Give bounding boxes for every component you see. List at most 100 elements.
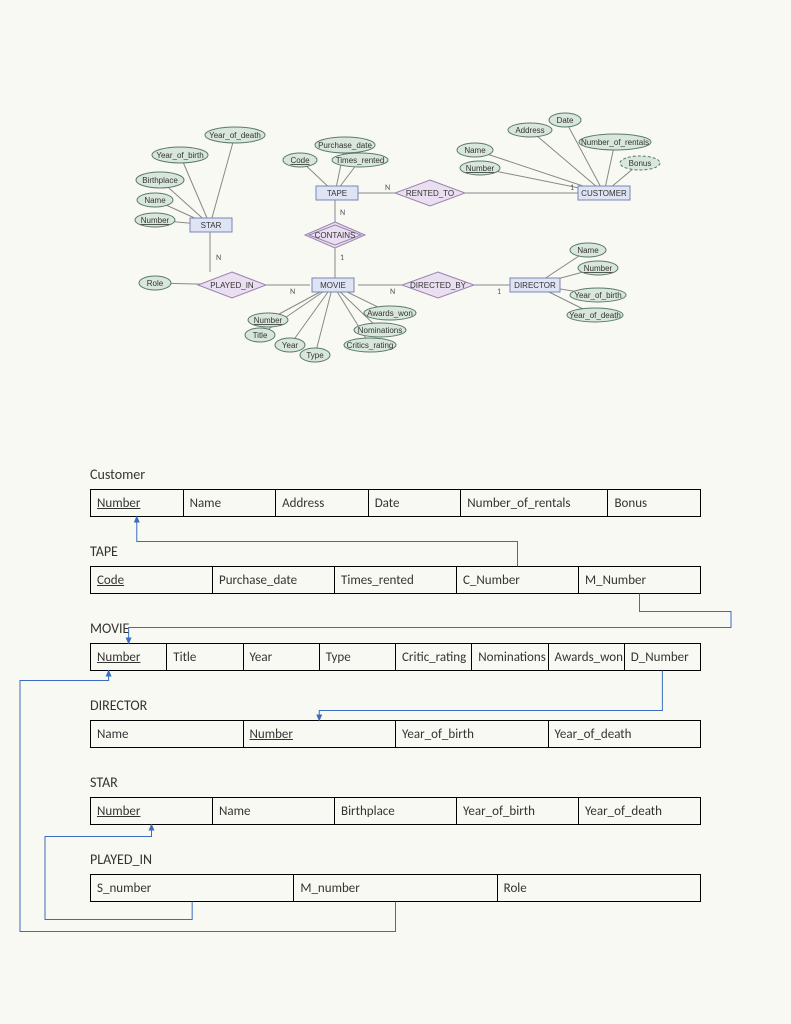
entity-customer: CUSTOMER — [578, 186, 630, 200]
svg-text:Number: Number — [584, 264, 613, 273]
card-star-played: N — [216, 253, 221, 263]
svg-text:PLAYED_IN: PLAYED_IN — [210, 281, 254, 290]
table-director: Name Number Year_of_birth Year_of_death — [90, 720, 701, 748]
attr-movie-year: Year — [275, 338, 305, 352]
attr-cust-bonus: Bonus — [620, 156, 660, 170]
col-tape-pdate: Purchase_date — [213, 567, 335, 594]
er-diagram: N 1 N 1 N N N 1 STAR TAPE CUSTOMER MOVIE… — [0, 0, 791, 400]
svg-text:Role: Role — [147, 279, 164, 288]
col-movie-awards: Awards_won — [548, 644, 624, 671]
attr-cust-address: Address — [508, 123, 552, 137]
attr-cust-num-rentals: Number_of_rentals — [579, 134, 651, 150]
svg-text:Times_rented: Times_rented — [336, 156, 385, 165]
svg-text:Year_of_birth: Year_of_birth — [156, 151, 203, 160]
col-tape-cnum: C_Number — [457, 567, 579, 594]
attr-dir-name: Name — [570, 243, 606, 257]
svg-text:Critics_rating: Critics_rating — [347, 341, 394, 350]
svg-text:Title: Title — [253, 331, 268, 340]
table-movie: Number Title Year Type Critic_rating Nom… — [90, 643, 701, 671]
card-tape-rented: N — [385, 183, 390, 193]
svg-text:Number: Number — [254, 316, 283, 325]
svg-text:Name: Name — [577, 246, 599, 255]
attr-star-year-of-birth: Year_of_birth — [152, 147, 208, 163]
svg-text:Code: Code — [290, 156, 310, 165]
attr-dir-yob: Year_of_birth — [570, 288, 626, 302]
svg-text:Nominations: Nominations — [358, 326, 402, 335]
table-title-movie: MOVIE — [90, 620, 701, 637]
table-title-customer: Customer — [90, 466, 701, 483]
table-tape: Code Purchase_date Times_rented C_Number… — [90, 566, 701, 594]
card-contains-movie: 1 — [340, 253, 344, 263]
attr-movie-nominations: Nominations — [354, 323, 406, 337]
table-customer: Number Name Address Date Number_of_renta… — [90, 489, 701, 517]
svg-text:Year: Year — [282, 341, 299, 350]
svg-text:Birthplace: Birthplace — [142, 176, 178, 185]
col-pi-snum: S_number — [91, 875, 294, 902]
entity-movie: MOVIE — [312, 278, 354, 292]
col-dir-name: Name — [91, 721, 244, 748]
svg-text:Address: Address — [515, 126, 544, 135]
col-movie-dnum: D_Number — [624, 644, 700, 671]
table-title-star: STAR — [90, 774, 701, 791]
attr-tape-purchase-date: Purchase_date — [315, 137, 375, 153]
col-star-yod: Year_of_death — [579, 798, 701, 825]
attr-movie-awards: Awards_won — [364, 306, 416, 320]
attr-dir-yod: Year_of_death — [567, 308, 623, 322]
attr-star-birthplace: Birthplace — [136, 172, 184, 188]
col-movie-title: Title — [167, 644, 243, 671]
svg-text:Year_of_birth: Year_of_birth — [574, 291, 621, 300]
attr-movie-number: Number — [248, 313, 288, 327]
col-movie-type: Type — [319, 644, 395, 671]
svg-text:DIRECTOR: DIRECTOR — [514, 281, 556, 290]
col-dir-yob: Year_of_birth — [396, 721, 549, 748]
col-cust-date: Date — [368, 490, 461, 517]
svg-text:Type: Type — [306, 351, 324, 360]
svg-text:Date: Date — [557, 116, 574, 125]
rel-contains: CONTAINS — [305, 222, 365, 248]
col-pi-role: Role — [497, 875, 700, 902]
table-title-tape: TAPE — [90, 543, 701, 560]
attr-tape-times-rented: Times_rented — [332, 153, 388, 167]
table-title-director: DIRECTOR — [90, 697, 701, 714]
rel-played-in: PLAYED_IN — [198, 272, 266, 298]
attr-movie-title: Title — [245, 328, 275, 342]
entity-star: STAR — [190, 218, 232, 232]
attr-cust-number: Number — [460, 161, 500, 175]
svg-text:DIRECTED_BY: DIRECTED_BY — [410, 281, 467, 290]
attr-movie-critics: Critics_rating — [344, 338, 396, 352]
col-dir-number: Number — [243, 721, 396, 748]
svg-text:TAPE: TAPE — [327, 189, 347, 198]
rel-directed-by: DIRECTED_BY — [402, 272, 474, 298]
svg-text:Name: Name — [144, 196, 166, 205]
col-movie-nom: Nominations — [472, 644, 548, 671]
col-cust-address: Address — [276, 490, 369, 517]
svg-text:Number: Number — [141, 216, 170, 225]
svg-text:Number_of_rentals: Number_of_rentals — [581, 138, 649, 147]
svg-text:Number: Number — [466, 164, 495, 173]
er-svg: N 1 N 1 N N N 1 STAR TAPE CUSTOMER MOVIE… — [0, 0, 791, 400]
col-tape-times: Times_rented — [335, 567, 457, 594]
col-star-yob: Year_of_birth — [457, 798, 579, 825]
card-movie-directed: N — [390, 287, 395, 297]
svg-text:Purchase_date: Purchase_date — [318, 141, 372, 150]
col-star-birth: Birthplace — [335, 798, 457, 825]
card-played-movie: N — [290, 287, 295, 297]
col-tape-mnum: M_Number — [579, 567, 701, 594]
card-directed-dir: 1 — [497, 287, 501, 297]
svg-text:RENTED_TO: RENTED_TO — [406, 189, 454, 198]
col-star-name: Name — [213, 798, 335, 825]
table-star: Number Name Birthplace Year_of_birth Yea… — [90, 797, 701, 825]
svg-text:MOVIE: MOVIE — [320, 281, 346, 290]
col-movie-critic: Critic_rating — [396, 644, 472, 671]
attr-movie-type: Type — [300, 348, 330, 362]
attr-dir-number: Number — [578, 261, 618, 275]
col-cust-bonus: Bonus — [608, 490, 701, 517]
col-cust-numrent: Number_of_rentals — [461, 490, 608, 517]
table-title-played-in: PLAYED_IN — [90, 851, 701, 868]
attr-star-number: Number — [135, 213, 175, 227]
col-pi-mnum: M_number — [294, 875, 497, 902]
svg-text:CONTAINS: CONTAINS — [315, 231, 356, 240]
svg-text:Year_of_death: Year_of_death — [209, 131, 261, 140]
svg-text:Name: Name — [464, 146, 486, 155]
card-rented-cust: 1 — [570, 183, 574, 193]
